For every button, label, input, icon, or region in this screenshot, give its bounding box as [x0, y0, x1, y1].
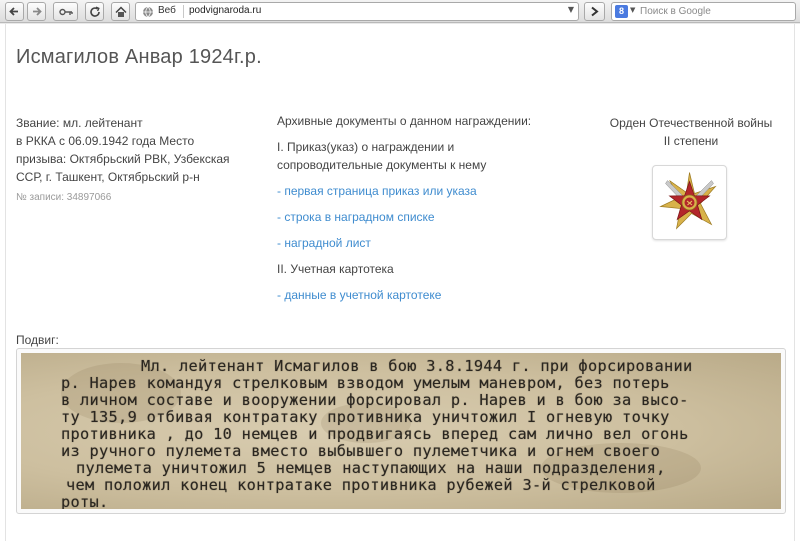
home-button[interactable]: [111, 2, 130, 21]
go-button[interactable]: [584, 2, 605, 21]
key-button[interactable]: [53, 2, 78, 21]
page-viewport: Исмагилов Анвар 1924г.р. Звание: мл. лей…: [0, 24, 800, 541]
address-web-label: Веб: [158, 5, 176, 16]
feat-document-scan: Мл. лейтенант Исмагилов в бою 3.8.1944 г…: [21, 353, 781, 509]
feat-text-line: пулемета уничтожил 5 немцев наступающих …: [76, 459, 666, 477]
globe-icon: [143, 6, 153, 18]
feat-text-line: в личном составе и вооружении форсировал…: [61, 391, 689, 409]
person-info-line: в РККА с 06.09.1942 года Место: [16, 134, 195, 148]
address-separator: [183, 5, 184, 18]
home-icon: [114, 5, 127, 17]
person-info-line: ССР, г. Ташкент, Октябрьский р-н: [16, 170, 200, 184]
award-image-thumbnail[interactable]: [652, 165, 727, 240]
award-name: Орден Отечественной войны II степени: [591, 114, 791, 150]
award-name-line-2: II степени: [663, 134, 719, 148]
search-engine-icon[interactable]: 8: [615, 5, 628, 18]
key-icon: [58, 8, 73, 15]
order-patriotic-war-medal-icon: [659, 172, 717, 230]
person-info: Звание: мл. лейтенант в РККА с 06.09.194…: [16, 114, 251, 186]
reload-icon: [89, 6, 100, 17]
link-award-sheet[interactable]: - наградной лист: [277, 236, 371, 250]
archive-section-1-line-1: I. Приказ(указ) о награждении и: [277, 140, 455, 154]
record-number: № записи: 34897066: [16, 192, 112, 203]
back-button[interactable]: [5, 2, 24, 21]
url-text[interactable]: podvignaroda.ru: [189, 5, 261, 16]
search-box[interactable]: 8 ▼ Поиск в Google: [611, 2, 796, 21]
person-info-line: Звание: мл. лейтенант: [16, 116, 143, 130]
content-panel: Исмагилов Анвар 1924г.р. Звание: мл. лей…: [5, 24, 795, 541]
back-arrow-icon: [9, 7, 18, 16]
page-title: Исмагилов Анвар 1924г.р.: [16, 46, 262, 68]
feat-text-line: чем положил конец контратаке противника …: [66, 476, 656, 494]
feat-text-line: ту 135,9 отбивая контратаку противника у…: [61, 408, 670, 426]
forward-button[interactable]: [27, 2, 46, 21]
feat-text-line: роты.: [61, 493, 109, 509]
archive-section-1-line-2: сопроводительные документы к нему: [277, 158, 487, 172]
link-order-first-page[interactable]: - первая страница приказ или указа: [277, 184, 477, 198]
archive-section-2: II. Учетная картотека: [277, 262, 394, 276]
link-card-file-data[interactable]: - данные в учетной картотеке: [277, 288, 441, 302]
reload-button[interactable]: [85, 2, 104, 21]
award-name-line-1: Орден Отечественной войны: [609, 116, 773, 130]
feat-text-line: Мл. лейтенант Исмагилов в бою 3.8.1944 г…: [141, 357, 693, 375]
feat-text-line: противника , до 10 немцев и продвигаясь …: [61, 425, 689, 443]
person-info-line: призыва: Октябрьский РВК, Узбекская: [16, 152, 230, 166]
link-award-list-row[interactable]: - строка в наградном списке: [277, 210, 435, 224]
feat-document-frame: Мл. лейтенант Исмагилов в бою 3.8.1944 г…: [16, 348, 786, 514]
search-placeholder[interactable]: Поиск в Google: [640, 6, 711, 17]
address-bar[interactable]: Веб podvignaroda.ru ▼: [135, 2, 579, 21]
feat-label: Подвиг:: [16, 333, 59, 347]
browser-toolbar: Веб podvignaroda.ru ▼ 8 ▼ Поиск в Google: [0, 0, 800, 23]
address-dropdown-icon[interactable]: ▼: [568, 5, 574, 14]
forward-arrow-icon: [33, 7, 42, 16]
go-arrow-icon: [591, 6, 599, 17]
feat-text-line: из ручного пулемета вместо выбывшего пул…: [61, 442, 661, 460]
search-engine-dropdown-icon[interactable]: ▼: [630, 6, 635, 14]
feat-text-line: р. Нарев командуя стрелковым взводом уме…: [61, 374, 670, 392]
archive-heading: Архивные документы о данном награждении:: [277, 114, 532, 128]
